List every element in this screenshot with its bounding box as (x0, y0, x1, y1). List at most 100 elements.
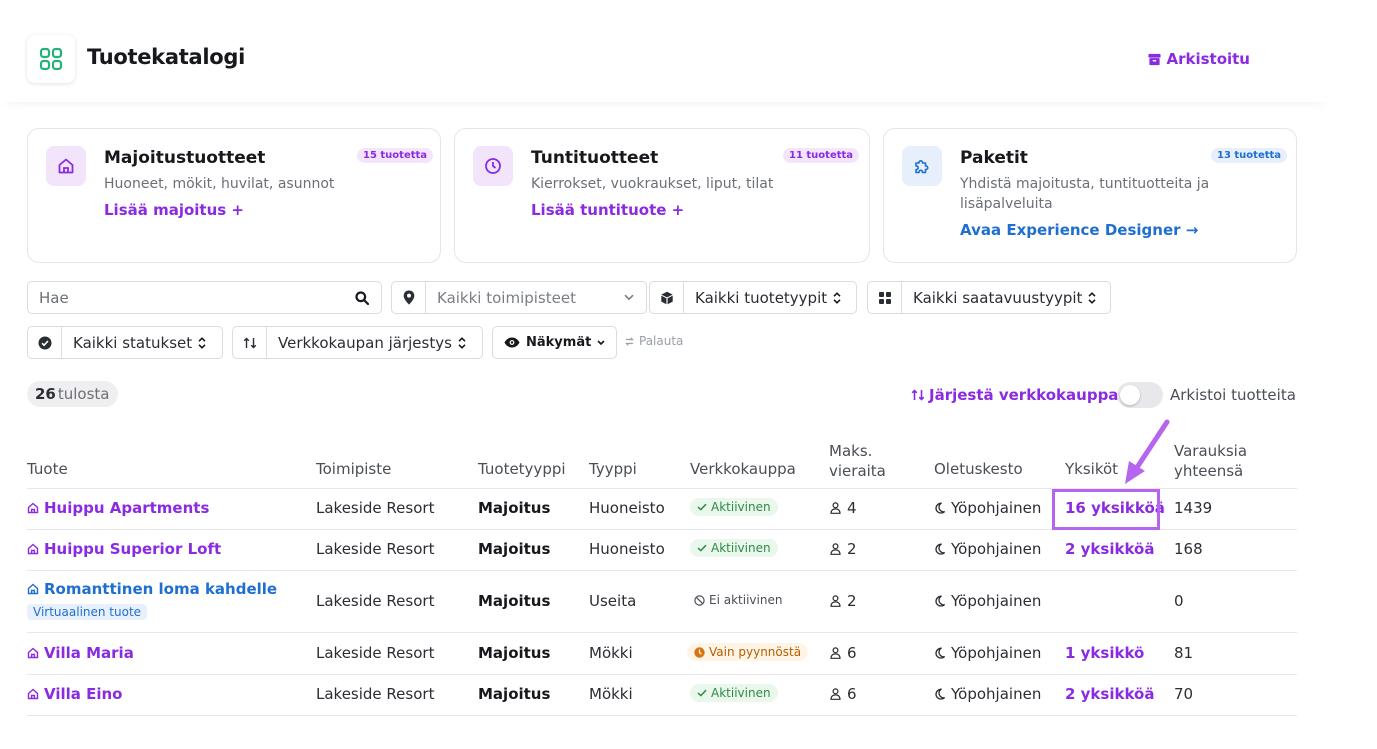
type-cell: Huoneisto (589, 540, 665, 558)
location-cell: Lakeside Resort (316, 685, 435, 703)
units-link[interactable]: 2 yksikköä (1065, 540, 1154, 558)
duration-value: Yöpohjainen (951, 540, 1042, 558)
guest-icon (830, 502, 841, 514)
views-dropdown-button[interactable]: Näkymät (492, 326, 618, 359)
moon-icon (935, 595, 945, 607)
archive-icon (1148, 53, 1162, 65)
card-title: Majoitustuotteet (104, 148, 266, 168)
packages-card: Paketit 13 tuotetta Yhdistä majoitusta, … (883, 128, 1297, 263)
duration-cell: Yöpohjainen (934, 499, 1041, 517)
availability-select[interactable]: Kaikki saatavuustyypit (867, 281, 1111, 314)
sort-arrows-icon (911, 389, 925, 401)
result-count-label: tulosta (57, 385, 110, 403)
duration-cell: Yöpohjainen (934, 592, 1041, 610)
home-icon (58, 158, 74, 174)
status-select[interactable]: Kaikki statukset (27, 326, 223, 359)
units-cell: 2 yksikköä (1065, 540, 1154, 558)
units-cell: 1 yksikkö (1065, 644, 1144, 662)
product-link[interactable]: Huippu Superior Loft (27, 540, 221, 558)
accommodation-icon-wrap (46, 146, 86, 186)
check-icon (697, 689, 707, 697)
product-link[interactable]: Romanttinen loma kahdelle (27, 580, 277, 598)
guests-cell: 2 (830, 592, 857, 610)
column-header-line: vieraita (829, 462, 886, 480)
search-field[interactable] (27, 281, 382, 314)
product-type-select[interactable]: Kaikki tuotetyypit (649, 281, 857, 314)
product-link[interactable]: Villa Maria (27, 644, 134, 662)
sort-webshop-button[interactable]: Järjestä verkkokauppa (911, 386, 1118, 404)
duration-value: Yöpohjainen (951, 685, 1042, 703)
webshop-cell: Aktiivinen (690, 539, 778, 557)
duration-cell: Yöpohjainen (934, 644, 1041, 662)
product-type-cell: Majoitus (478, 499, 551, 517)
location-select-value: Kaikki toimipisteet (437, 288, 576, 307)
ban-icon (694, 594, 705, 606)
sort-arrows-icon (233, 327, 267, 358)
product-cell: Huippu Superior Loft (27, 540, 221, 558)
archived-label: Arkistoitu (1166, 50, 1250, 68)
hourly-icon-wrap (473, 146, 513, 186)
guests-value: 2 (847, 540, 857, 558)
app-logo (27, 35, 75, 83)
chevron-down-icon (597, 339, 605, 345)
open-experience-designer-link[interactable]: Avaa Experience Designer → (960, 221, 1198, 239)
search-input[interactable] (28, 282, 355, 313)
column-header-default-duration[interactable]: Oletuskesto (934, 459, 1023, 479)
column-header-total-bookings[interactable]: Varauksia yhteensä (1174, 441, 1247, 481)
table-divider (27, 674, 1297, 675)
product-name: Romanttinen loma kahdelle (44, 580, 278, 598)
column-header-product-type[interactable]: Tuotetyyppi (478, 459, 566, 479)
guests-value: 4 (847, 499, 857, 517)
order-select[interactable]: Verkkokaupan järjestys (232, 326, 483, 359)
product-type-cell: Majoitus (478, 685, 551, 703)
product-link[interactable]: Villa Eino (27, 685, 123, 703)
add-accommodation-link[interactable]: Lisää majoitus + (104, 201, 244, 219)
column-header-location[interactable]: Toimipiste (316, 459, 391, 479)
column-header-product[interactable]: Tuote (27, 459, 68, 479)
duration-cell: Yöpohjainen (934, 540, 1041, 558)
archived-link[interactable]: Arkistoitu (1148, 50, 1250, 68)
moon-icon (935, 647, 945, 659)
sort-updown-icon (458, 336, 466, 349)
home-icon (27, 688, 39, 700)
product-type-cell: Majoitus (478, 540, 551, 558)
archive-products-label: Arkistoi tuotteita (1170, 386, 1296, 404)
grid-apps-icon (39, 47, 63, 71)
column-header-webshop[interactable]: Verkkokauppa (690, 459, 796, 479)
packages-icon-wrap (902, 146, 942, 186)
clock-icon (485, 158, 501, 174)
units-link[interactable]: 2 yksikköä (1065, 685, 1154, 703)
bookings-cell: 168 (1174, 540, 1203, 558)
type-cell: Huoneisto (589, 499, 665, 517)
column-header-type[interactable]: Tyyppi (589, 459, 637, 479)
column-header-max-guests[interactable]: Maks. vieraita (829, 441, 886, 481)
product-type-cell: Majoitus (478, 644, 551, 662)
sort-updown-icon (833, 291, 841, 304)
chevron-down-icon (624, 294, 634, 301)
sort-updown-icon (1088, 291, 1097, 304)
location-pin-icon (392, 282, 426, 313)
status-badge: Aktiivinen (690, 684, 778, 702)
webshop-cell: Aktiivinen (690, 684, 778, 702)
check-circle-icon (28, 327, 62, 358)
product-link[interactable]: Huippu Apartments (27, 499, 209, 517)
table-divider (27, 632, 1297, 633)
guests-value: 6 (847, 644, 857, 662)
status-label: Aktiivinen (711, 541, 771, 555)
check-icon (697, 503, 707, 511)
accommodation-card: Majoitustuotteet 15 tuotetta Huoneet, mö… (27, 128, 441, 263)
order-select-value: Verkkokaupan järjestys (278, 333, 452, 352)
search-icon[interactable] (355, 290, 369, 305)
column-header-units[interactable]: Yksiköt (1065, 459, 1118, 479)
add-hourly-product-link[interactable]: Lisää tuntituote + (531, 201, 684, 219)
page-title: Tuotekatalogi (87, 45, 245, 69)
location-select[interactable]: Kaikki toimipisteet (391, 281, 647, 314)
status-badge: Aktiivinen (690, 498, 778, 516)
archive-products-toggle[interactable] (1117, 382, 1163, 408)
type-cell: Mökki (589, 644, 633, 662)
card-title: Paketit (960, 148, 1028, 168)
reset-filters-button[interactable]: Palauta (624, 334, 683, 348)
status-label: Aktiivinen (711, 500, 771, 514)
units-link[interactable]: 1 yksikkö (1065, 644, 1144, 662)
product-name: Huippu Apartments (44, 499, 210, 517)
